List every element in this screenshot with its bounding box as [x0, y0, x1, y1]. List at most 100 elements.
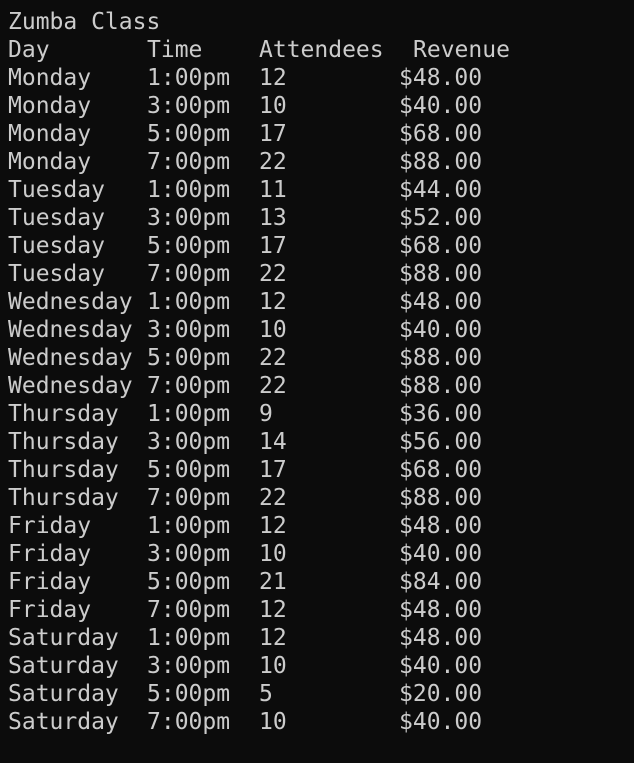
cell-revenue: $48.00: [399, 597, 483, 623]
cell-time: 3:00pm: [147, 429, 231, 455]
cell-time: 1:00pm: [147, 401, 231, 427]
cell-day: Friday: [8, 569, 92, 595]
table-row: Saturday 5:00pm 5 $20.00: [8, 680, 628, 708]
cell-attendees: 12: [259, 597, 287, 623]
table-row: Monday 1:00pm 12 $48.00: [8, 64, 628, 92]
cell-attendees: 22: [259, 149, 287, 175]
table-row: Thursday 3:00pm 14 $56.00: [8, 428, 628, 456]
cell-revenue: $40.00: [399, 709, 483, 735]
cell-attendees: 13: [259, 205, 287, 231]
cell-time: 1:00pm: [147, 513, 231, 539]
terminal-output: Zumba Class Day Time Attendees Revenue M…: [8, 8, 628, 736]
cell-day: Friday: [8, 513, 92, 539]
cell-day: Wednesday: [8, 317, 133, 343]
cell-day: Thursday: [8, 429, 119, 455]
cell-revenue: $48.00: [399, 65, 483, 91]
cell-time: 7:00pm: [147, 149, 231, 175]
cell-time: 7:00pm: [147, 373, 231, 399]
cell-day: Friday: [8, 541, 92, 567]
cell-attendees: 12: [259, 625, 287, 651]
cell-attendees: 10: [259, 709, 287, 735]
cell-attendees: 22: [259, 485, 287, 511]
table-row: Monday 3:00pm 10 $40.00: [8, 92, 628, 120]
table-row: Tuesday 1:00pm 11 $44.00: [8, 176, 628, 204]
table-row: Wednesday 3:00pm 10 $40.00: [8, 316, 628, 344]
cell-revenue: $88.00: [399, 485, 483, 511]
cell-revenue: $40.00: [399, 653, 483, 679]
cell-revenue: $40.00: [399, 317, 483, 343]
cell-attendees: 12: [259, 513, 287, 539]
cell-revenue: $88.00: [399, 261, 483, 287]
table-row: Monday 7:00pm 22 $88.00: [8, 148, 628, 176]
cell-time: 7:00pm: [147, 597, 231, 623]
cell-time: 5:00pm: [147, 681, 231, 707]
cell-day: Tuesday: [8, 233, 105, 259]
table-row: Thursday 5:00pm 17 $68.00: [8, 456, 628, 484]
table-row: Tuesday 7:00pm 22 $88.00: [8, 260, 628, 288]
cell-day: Saturday: [8, 681, 119, 707]
cell-attendees: 11: [259, 177, 287, 203]
table-row: Wednesday 5:00pm 22 $88.00: [8, 344, 628, 372]
cell-day: Monday: [8, 121, 92, 147]
cell-time: 1:00pm: [147, 177, 231, 203]
table-row: Thursday 7:00pm 22 $88.00: [8, 484, 628, 512]
cell-revenue: $40.00: [399, 541, 483, 567]
cell-day: Saturday: [8, 653, 119, 679]
cell-time: 5:00pm: [147, 457, 231, 483]
cell-attendees: 12: [259, 289, 287, 315]
cell-time: 7:00pm: [147, 709, 231, 735]
cell-revenue: $20.00: [399, 681, 483, 707]
cell-revenue: $48.00: [399, 513, 483, 539]
cell-time: 1:00pm: [147, 289, 231, 315]
cell-day: Tuesday: [8, 177, 105, 203]
cell-revenue: $52.00: [399, 205, 483, 231]
cell-day: Thursday: [8, 401, 119, 427]
cell-revenue: $44.00: [399, 177, 483, 203]
cell-time: 3:00pm: [147, 653, 231, 679]
cell-time: 5:00pm: [147, 233, 231, 259]
cell-revenue: $56.00: [399, 429, 483, 455]
table-row: Friday 7:00pm 12 $48.00: [8, 596, 628, 624]
table-row: Wednesday 7:00pm 22 $88.00: [8, 372, 628, 400]
header-revenue: Revenue: [413, 37, 510, 63]
cell-attendees: 22: [259, 345, 287, 371]
cell-time: 3:00pm: [147, 317, 231, 343]
cell-day: Friday: [8, 597, 92, 623]
table-row: Saturday 1:00pm 12 $48.00: [8, 624, 628, 652]
cell-day: Thursday: [8, 485, 119, 511]
table-row: Friday 5:00pm 21 $84.00: [8, 568, 628, 596]
cell-revenue: $36.00: [399, 401, 483, 427]
cell-day: Wednesday: [8, 345, 133, 371]
cell-attendees: 12: [259, 65, 287, 91]
table-row: Saturday 3:00pm 10 $40.00: [8, 652, 628, 680]
cell-revenue: $84.00: [399, 569, 483, 595]
cell-revenue: $88.00: [399, 345, 483, 371]
cell-day: Monday: [8, 65, 92, 91]
header-time: Time: [147, 37, 203, 63]
header-day: Day: [8, 37, 50, 63]
cell-revenue: $48.00: [399, 289, 483, 315]
cell-time: 1:00pm: [147, 65, 231, 91]
cell-day: Saturday: [8, 625, 119, 651]
table-title: Zumba Class: [8, 9, 161, 35]
table-row: Wednesday 1:00pm 12 $48.00: [8, 288, 628, 316]
cell-time: 1:00pm: [147, 625, 231, 651]
cell-revenue: $68.00: [399, 457, 483, 483]
cell-day: Monday: [8, 93, 92, 119]
cell-time: 3:00pm: [147, 205, 231, 231]
cell-attendees: 10: [259, 653, 287, 679]
cell-time: 3:00pm: [147, 541, 231, 567]
cell-attendees: 14: [259, 429, 287, 455]
cell-attendees: 10: [259, 93, 287, 119]
table-row: Saturday 7:00pm 10 $40.00: [8, 708, 628, 736]
table-body: Monday 1:00pm 12 $48.00 Monday 3:00pm 10 $40.00…: [8, 64, 628, 736]
table-row: Tuesday 3:00pm 13 $52.00: [8, 204, 628, 232]
cell-revenue: $68.00: [399, 121, 483, 147]
cell-attendees: 17: [259, 457, 287, 483]
cell-day: Saturday: [8, 709, 119, 735]
cell-attendees: 22: [259, 373, 287, 399]
cell-time: 5:00pm: [147, 569, 231, 595]
cell-day: Tuesday: [8, 261, 105, 287]
cell-time: 5:00pm: [147, 121, 231, 147]
cell-attendees: 17: [259, 121, 287, 147]
